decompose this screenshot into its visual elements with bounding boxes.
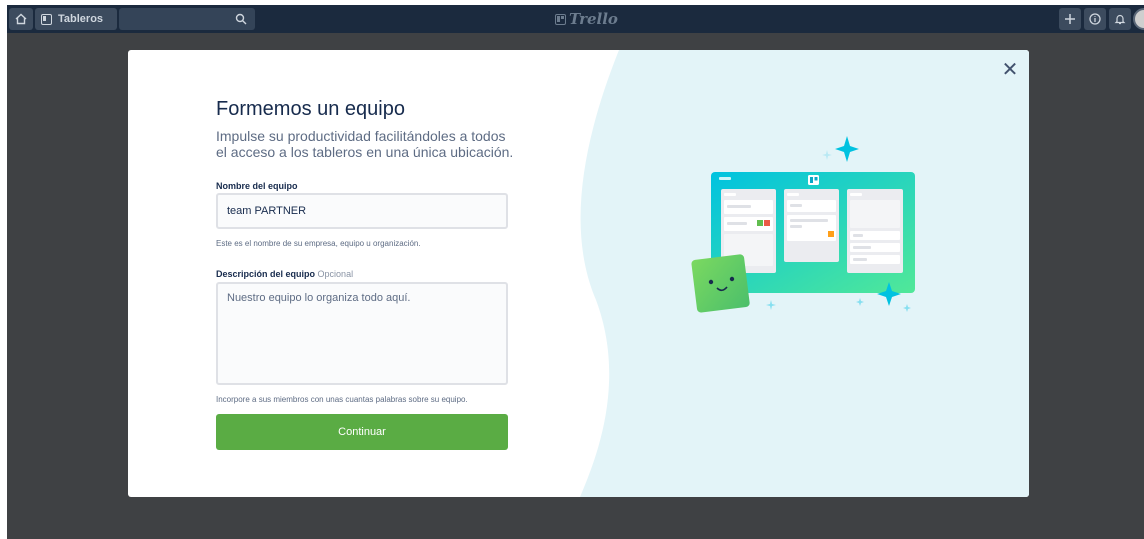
close-button[interactable]: ✕ — [1000, 60, 1020, 80]
create-team-modal: ✕ Formemos un equipo Impulse su producti… — [128, 50, 1029, 497]
boards-button[interactable]: Tableros — [35, 8, 117, 30]
home-button[interactable] — [9, 8, 33, 30]
modal-title: Formemos un equipo — [216, 98, 405, 120]
search-input[interactable] — [119, 8, 255, 30]
team-description-hint: Incorpore a sus miembros con unas cuanta… — [216, 395, 468, 404]
trello-logo-icon — [555, 13, 566, 25]
modal-subtitle: Impulse su productividad facilitándoles … — [216, 128, 514, 160]
trello-logo-text: Trello — [569, 10, 618, 28]
notifications-button[interactable] — [1109, 8, 1131, 30]
top-bar: Tableros Trello — [7, 5, 1144, 33]
continue-button[interactable]: Continuar — [216, 414, 508, 450]
info-icon — [1089, 13, 1101, 25]
info-button[interactable] — [1084, 8, 1106, 30]
close-icon: ✕ — [1001, 59, 1019, 81]
team-description-label: Descripción del equipo Opcional — [216, 269, 353, 279]
avatar[interactable] — [1133, 8, 1144, 30]
team-name-hint: Este es el nombre de su empresa, equipo … — [216, 239, 421, 248]
app-screen: Tableros Trello ✕ Formemos un equipo Imp… — [7, 5, 1144, 539]
team-description-placeholder: Nuestro equipo lo organiza todo aquí. — [227, 292, 411, 304]
search-icon — [235, 13, 247, 25]
team-name-value: team PARTNER — [227, 205, 307, 217]
team-name-input[interactable]: team PARTNER — [216, 193, 508, 229]
team-description-label-text: Descripción del equipo — [216, 269, 316, 279]
team-name-label: Nombre del equipo — [216, 181, 298, 191]
trello-logo[interactable]: Trello — [555, 10, 618, 28]
plus-icon — [1065, 14, 1075, 24]
boards-label: Tableros — [58, 13, 104, 25]
boards-icon — [41, 13, 52, 25]
team-description-textarea[interactable]: Nuestro equipo lo organiza todo aquí. — [216, 282, 508, 385]
bell-icon — [1114, 14, 1126, 25]
create-button[interactable] — [1059, 8, 1081, 30]
home-icon — [15, 13, 27, 25]
optional-tag: Opcional — [317, 269, 354, 279]
